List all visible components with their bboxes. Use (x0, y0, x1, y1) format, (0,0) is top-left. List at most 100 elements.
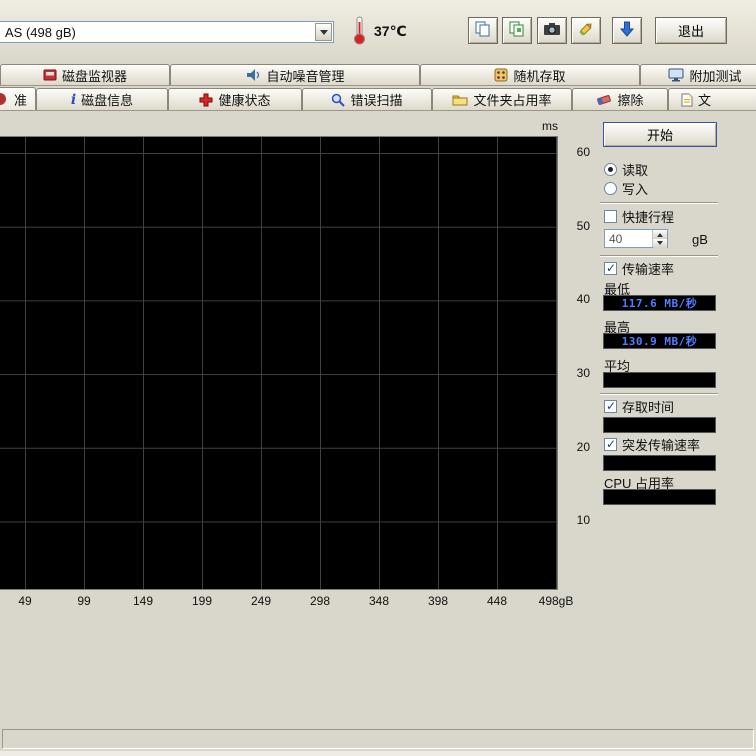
drive-select[interactable]: AS (498 gB) (0, 21, 334, 43)
tab-acoustic-management[interactable]: 自动噪音管理 (170, 64, 420, 85)
download-button[interactable] (612, 17, 642, 44)
tab-health[interactable]: 健康状态 (168, 88, 302, 110)
access-time-checkbox[interactable]: 存取时间 (604, 399, 675, 415)
short-stroke-unit: gB (692, 232, 708, 247)
min-speed-display: 117.6 MB/秒 (603, 295, 716, 311)
tab-label: 健康状态 (218, 93, 271, 108)
tab-label: 随机存取 (513, 68, 566, 84)
y-tick: 60 (576, 145, 590, 159)
status-bar (2, 729, 754, 749)
x-tick: 448 (486, 594, 508, 608)
x-tick: 199 (191, 594, 213, 608)
copy-pages-button[interactable] (502, 17, 532, 44)
health-cross-icon (199, 93, 213, 107)
tab-disk-info[interactable]: i 磁盘信息 (36, 88, 168, 110)
stepper-buttons (652, 230, 667, 248)
write-radio[interactable]: 写入 (604, 181, 648, 197)
speaker-icon (245, 68, 261, 82)
access-time-label: 存取时间 (622, 400, 675, 415)
avg-speed-display (603, 372, 716, 388)
x-tick: 249 (250, 594, 272, 608)
disk-monitor-icon (43, 68, 57, 82)
tab-folder-usage[interactable]: 文件夹占用率 (432, 88, 572, 110)
tab-benchmark[interactable]: 准 (0, 87, 36, 110)
drive-select-value: AS (498 gB) (5, 24, 76, 40)
separator (600, 202, 718, 204)
y-tick: 30 (576, 366, 590, 380)
folder-icon (452, 93, 468, 106)
short-stroke-stepper[interactable] (604, 229, 668, 248)
dice-icon (494, 68, 508, 82)
tab-strip-bottom: 准 i 磁盘信息 健康状态 错误扫描 文件夹占用率 擦除 文 (0, 87, 756, 111)
screenshot-button[interactable] (537, 17, 567, 44)
tab-disk-monitor[interactable]: 磁盘监视器 (0, 64, 170, 85)
tab-extra-tests[interactable]: 附加测试 (640, 64, 756, 85)
min-speed-value: 117.6 MB/秒 (621, 297, 698, 310)
tab-random-access[interactable]: 随机存取 (420, 64, 640, 85)
burst-rate-checkbox[interactable]: 突发传输速率 (604, 437, 701, 453)
down-arrow-icon (619, 20, 635, 41)
window-bottom-edge (0, 751, 756, 756)
start-button-label: 开始 (646, 128, 673, 143)
transfer-rate-checkbox[interactable]: 传输速率 (604, 261, 675, 277)
exit-button-label: 退出 (677, 24, 704, 39)
burst-rate-display (603, 455, 716, 471)
x-tick: 298 (309, 594, 331, 608)
benchmark-plot (0, 136, 558, 590)
short-stroke-label: 快捷行程 (622, 210, 675, 225)
radio-icon (604, 182, 617, 195)
x-tick: 398 (427, 594, 449, 608)
read-radio[interactable]: 读取 (604, 162, 649, 178)
max-speed-display: 130.9 MB/秒 (603, 333, 716, 349)
tab-label: 擦除 (617, 93, 644, 108)
x-tick: 149 (132, 594, 154, 608)
info-icon: i (70, 91, 77, 108)
benchmark-icon (0, 92, 9, 106)
copy-pages-icon (508, 20, 526, 41)
thermometer-icon (352, 15, 367, 48)
tab-label: 文 (698, 93, 712, 108)
temperature-label: 37℃ (374, 23, 407, 39)
y-tick: 50 (576, 219, 590, 233)
separator (600, 393, 718, 395)
short-stroke-checkbox[interactable]: 快捷行程 (604, 209, 675, 225)
tab-label: 自动噪音管理 (266, 68, 345, 84)
tab-label: 错误扫描 (350, 93, 403, 108)
eraser-icon (596, 93, 612, 106)
magnifier-icon (331, 93, 346, 107)
separator (600, 255, 718, 257)
transfer-rate-label: 传输速率 (622, 262, 675, 277)
x-tick: 498gB (538, 594, 574, 608)
camera-icon (543, 22, 561, 40)
tab-label: 文件夹占用率 (473, 93, 552, 108)
tab-file-benchmark[interactable]: 文 (668, 88, 756, 110)
checkbox-checked-icon (604, 437, 617, 451)
x-tick: 99 (77, 594, 91, 608)
tab-label: 磁盘信息 (81, 93, 134, 108)
toolbar: AS (498 gB) 37℃ 退出 (0, 0, 756, 60)
x-tick: 348 (368, 594, 390, 608)
checkbox-checked-icon (604, 261, 617, 275)
read-radio-label: 读取 (622, 163, 649, 178)
y-tick: 40 (576, 292, 590, 306)
save-button[interactable] (571, 17, 601, 44)
short-stroke-input[interactable] (605, 230, 652, 247)
tab-label: 附加测试 (689, 68, 742, 84)
monitor-icon (668, 68, 684, 82)
tab-strip-top: 磁盘监视器 自动噪音管理 随机存取 附加测试 (0, 63, 756, 86)
burst-rate-label: 突发传输速率 (622, 438, 701, 453)
tab-error-scan[interactable]: 错误扫描 (302, 88, 432, 110)
copy-button[interactable] (468, 17, 498, 44)
tab-erase[interactable]: 擦除 (572, 88, 668, 110)
exit-button[interactable]: 退出 (655, 17, 727, 44)
stepper-down-icon[interactable] (653, 239, 667, 248)
tab-label: 磁盘监视器 (61, 68, 127, 84)
document-icon (681, 93, 693, 107)
checkbox-icon (604, 210, 617, 223)
access-time-display (603, 417, 716, 433)
stepper-up-icon[interactable] (653, 230, 667, 239)
chevron-down-icon[interactable] (315, 23, 332, 41)
start-button[interactable]: 开始 (603, 122, 717, 147)
radio-selected-icon (604, 163, 617, 176)
tab-label: 准 (13, 92, 27, 108)
